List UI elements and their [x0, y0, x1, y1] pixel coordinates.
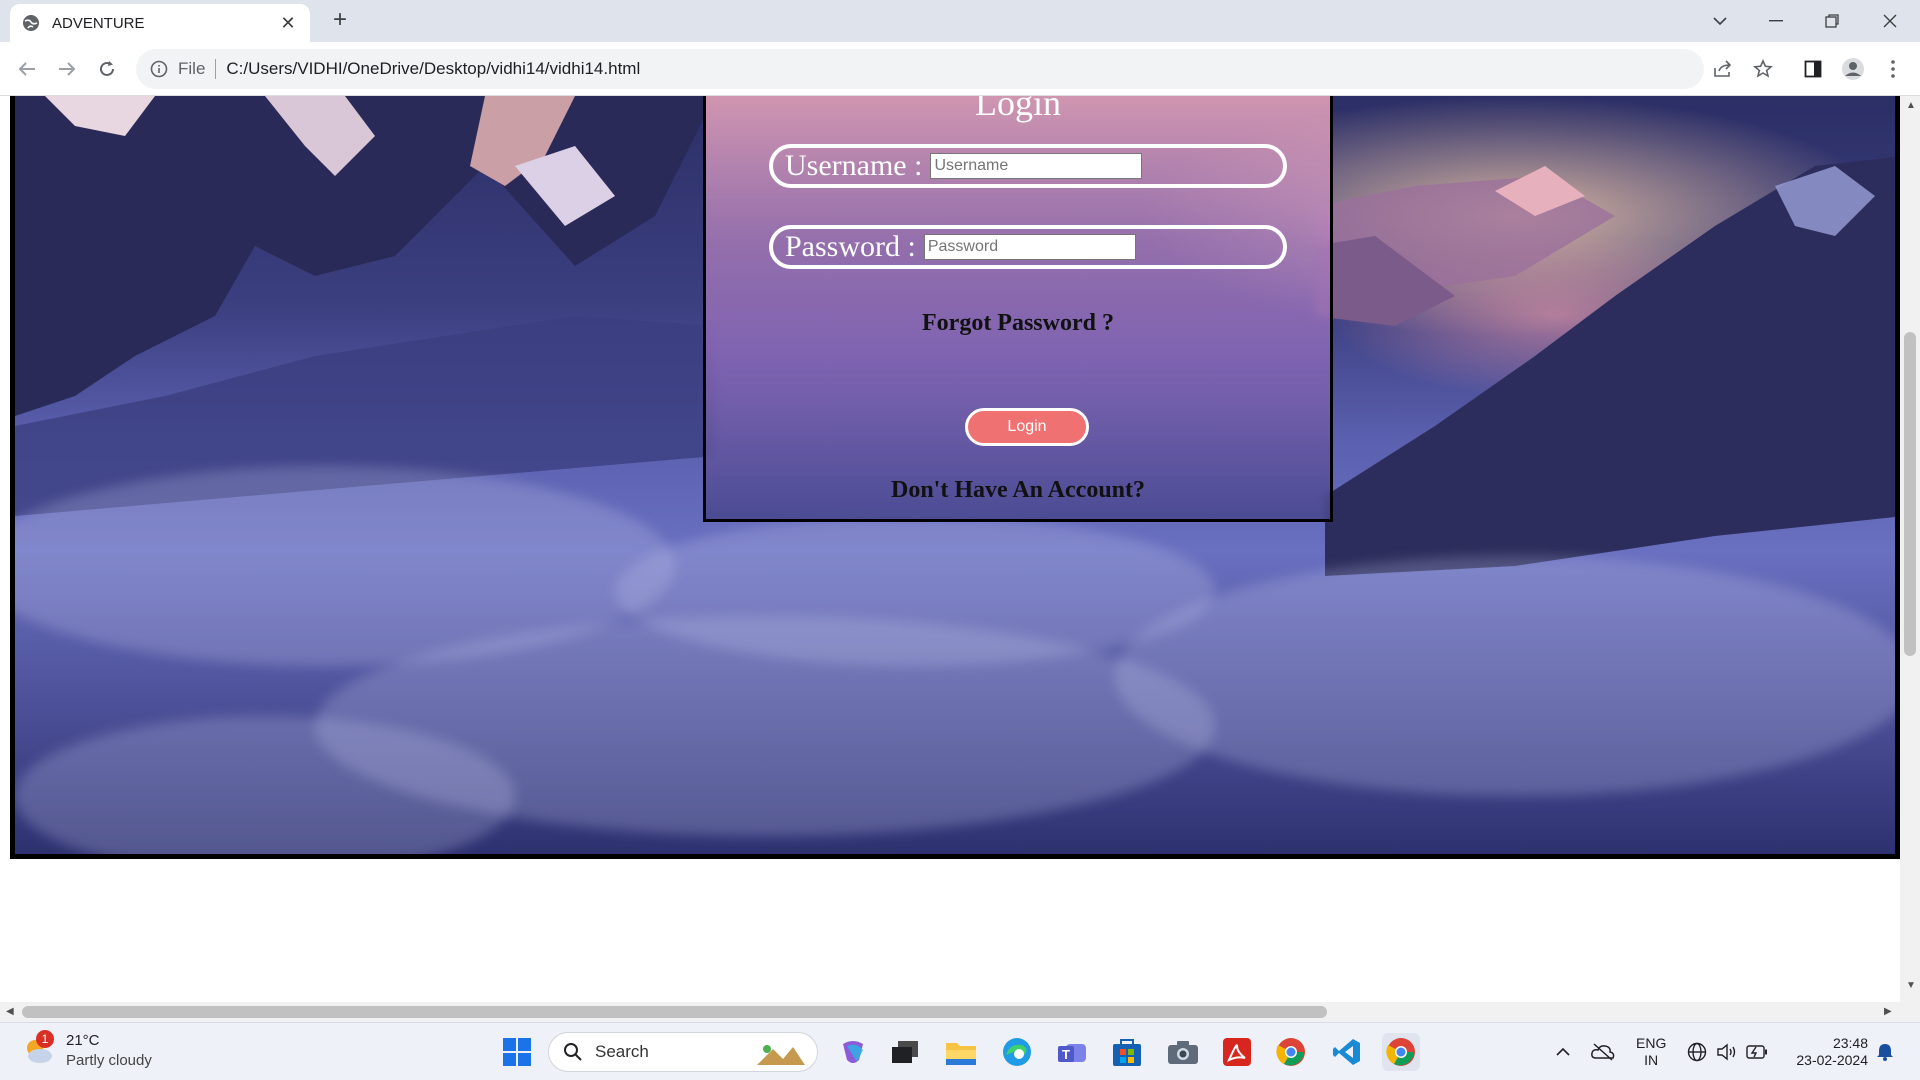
forgot-password-link[interactable]: Forgot Password ?: [706, 310, 1330, 337]
password-row: Password :: [769, 225, 1287, 269]
back-button[interactable]: [10, 52, 44, 86]
temperature: 21°C: [66, 1032, 100, 1049]
battery-icon[interactable]: [1738, 1033, 1776, 1071]
forward-button[interactable]: [50, 52, 84, 86]
tray-overflow-chevron-icon[interactable]: [1544, 1033, 1582, 1071]
clock-date: 23-02-2024: [1796, 1052, 1868, 1068]
browser-tab[interactable]: ADVENTURE ✕: [10, 4, 310, 42]
globe-icon: [23, 15, 39, 31]
edge-browser-icon[interactable]: [998, 1033, 1036, 1071]
chrome-icon[interactable]: [1272, 1033, 1310, 1071]
horizontal-scrollbar[interactable]: ◀ ▶: [0, 1002, 1920, 1022]
task-view-icon[interactable]: [886, 1033, 924, 1071]
windows-start-icon[interactable]: [498, 1033, 536, 1071]
weather-condition: Partly cloudy: [66, 1052, 152, 1069]
chrome-active-icon[interactable]: [1382, 1033, 1420, 1071]
login-button[interactable]: Login: [965, 408, 1089, 446]
vertical-scrollbar[interactable]: ▲ ▼: [1900, 96, 1920, 1002]
menu-kebab-icon[interactable]: [1878, 54, 1908, 84]
password-label: Password :: [785, 230, 916, 263]
info-icon[interactable]: [150, 60, 168, 78]
tab-search-chevron-icon[interactable]: [1692, 0, 1748, 42]
scroll-up-arrow-icon[interactable]: ▲: [1906, 100, 1916, 111]
onedrive-offline-icon[interactable]: [1584, 1033, 1622, 1071]
side-panel-icon[interactable]: [1798, 54, 1828, 84]
language-code: ENG: [1636, 1035, 1667, 1051]
mountain-background: Login Username : Password : Forgot Passw…: [10, 96, 1900, 859]
language-indicator[interactable]: ENG IN: [1636, 1035, 1666, 1069]
scroll-right-arrow-icon[interactable]: ▶: [1884, 1006, 1892, 1017]
acrobat-reader-icon[interactable]: [1218, 1033, 1256, 1071]
taskbar-search[interactable]: Search: [548, 1032, 818, 1072]
close-tab-icon[interactable]: ✕: [278, 13, 298, 34]
password-input[interactable]: [923, 234, 1136, 260]
scroll-left-arrow-icon[interactable]: ◀: [6, 1006, 14, 1017]
share-icon[interactable]: [1708, 54, 1738, 84]
url-text[interactable]: C:/Users/VIDHI/OneDrive/Desktop/vidhi14/…: [226, 59, 640, 79]
clock-time: 23:48: [1832, 1035, 1868, 1051]
reload-button[interactable]: [90, 52, 124, 86]
minimize-button[interactable]: [1748, 0, 1804, 42]
clock[interactable]: 23:48 23-02-2024: [1786, 1035, 1868, 1069]
username-input[interactable]: [930, 153, 1143, 179]
username-row: Username :: [769, 144, 1287, 188]
bookmark-star-icon[interactable]: [1748, 54, 1778, 84]
browser-toolbar: File C:/Users/VIDHI/OneDrive/Desktop/vid…: [0, 42, 1920, 96]
svg-text:T: T: [1062, 1047, 1070, 1062]
vertical-scroll-thumb[interactable]: [1904, 332, 1916, 656]
username-label: Username :: [785, 149, 923, 182]
windows-taskbar: 1 21°C Partly cloudy Search T ENG IN 23:…: [0, 1022, 1920, 1080]
file-scheme-label: File: [178, 59, 206, 78]
new-tab-button[interactable]: +: [326, 7, 354, 35]
horizontal-scroll-thumb[interactable]: [22, 1006, 1327, 1018]
close-window-button[interactable]: [1862, 0, 1918, 42]
copilot-icon[interactable]: [834, 1033, 872, 1071]
teams-icon[interactable]: T: [1054, 1033, 1092, 1071]
login-title: Login: [975, 96, 1061, 123]
profile-avatar-icon[interactable]: [1838, 54, 1868, 84]
region-code: IN: [1644, 1052, 1659, 1068]
camera-icon[interactable]: [1164, 1033, 1202, 1071]
microsoft-store-icon[interactable]: [1108, 1033, 1146, 1071]
vscode-icon[interactable]: [1328, 1033, 1366, 1071]
address-bar[interactable]: File C:/Users/VIDHI/OneDrive/Desktop/vid…: [136, 49, 1704, 89]
weather-badge: 1: [36, 1030, 54, 1048]
weather-icon: 1: [22, 1030, 56, 1068]
file-explorer-icon[interactable]: [942, 1033, 980, 1071]
search-placeholder: Search: [595, 1042, 649, 1061]
page-viewport: Login Username : Password : Forgot Passw…: [0, 96, 1920, 1022]
search-icon: [564, 1043, 582, 1061]
tab-title: ADVENTURE: [52, 14, 145, 32]
login-form: Login Username : Password : Forgot Passw…: [703, 96, 1333, 522]
tab-strip: ADVENTURE ✕ +: [0, 0, 1920, 42]
signup-link[interactable]: Don't Have An Account?: [706, 477, 1330, 504]
scroll-down-arrow-icon[interactable]: ▼: [1906, 980, 1916, 991]
notification-bell-icon[interactable]: [1866, 1033, 1904, 1071]
url-divider: [215, 59, 217, 79]
restore-button[interactable]: [1804, 0, 1860, 42]
search-highlight-icon: [757, 1045, 805, 1065]
weather-widget[interactable]: 1 21°C Partly cloudy: [22, 1030, 152, 1071]
